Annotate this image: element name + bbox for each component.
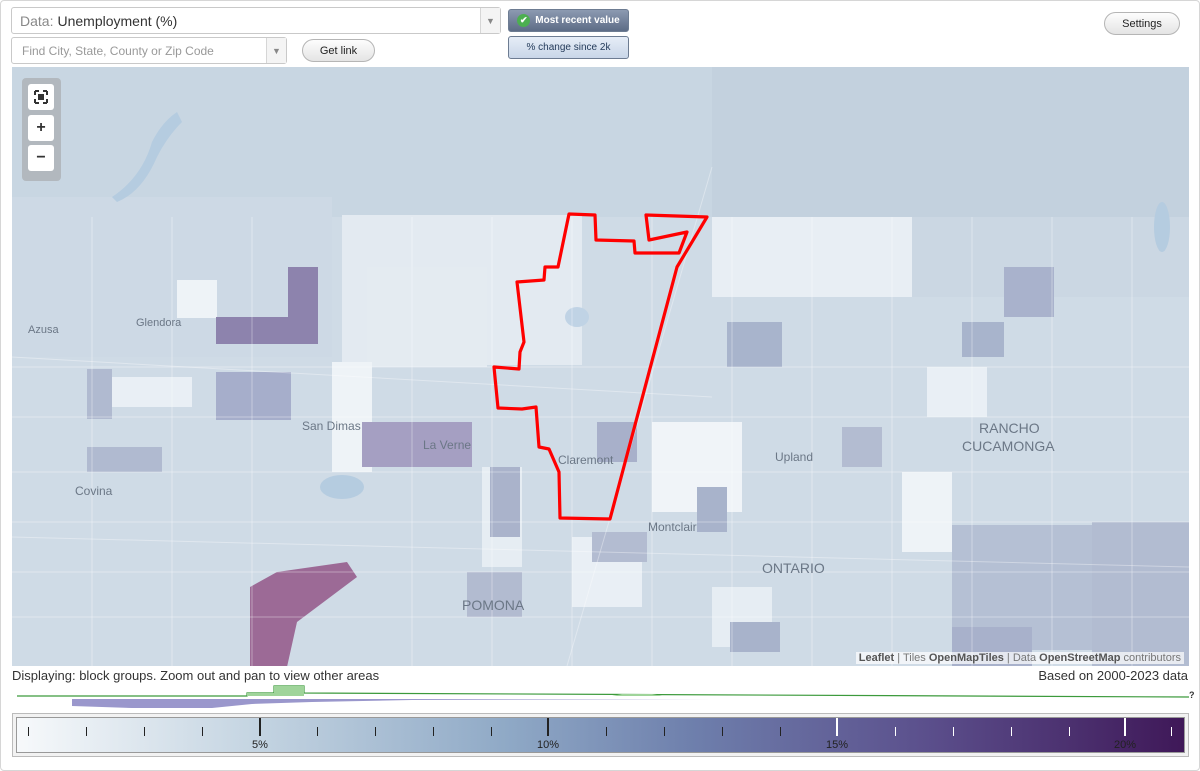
data-prefix: Data: (20, 12, 54, 29)
legend-tick (375, 727, 376, 736)
legend-tick (953, 727, 954, 736)
check-icon: ✔ (517, 14, 531, 27)
toggle-recent-label: Most recent value (535, 15, 620, 26)
fullscreen-icon[interactable] (28, 84, 54, 110)
legend-tick (433, 727, 434, 736)
data-range-note: Based on 2000-2023 data (1038, 668, 1188, 683)
legend-label: 10% (536, 739, 560, 751)
legend-tick (259, 718, 261, 736)
distribution-histogram (17, 685, 1190, 708)
legend-tick (1069, 727, 1070, 736)
legend-tick (664, 727, 665, 736)
map-canvas: Azusa Glendora San Dimas La Verne Clarem… (12, 67, 1189, 666)
legend-tick (1011, 727, 1012, 736)
displaying-status: Displaying: block groups. Zoom out and p… (12, 668, 380, 683)
get-link-button[interactable]: Get link (302, 39, 375, 62)
legend-gradient: 5% 10% 15% 20% (16, 717, 1185, 753)
legend-tick (722, 727, 723, 736)
map-attribution: Leaflet | Tiles OpenMapTiles | Data Open… (855, 652, 1184, 664)
place-label: Glendora (136, 317, 182, 329)
legend-tick (895, 727, 896, 736)
chevron-down-icon[interactable]: ▼ (480, 8, 500, 33)
leaflet-link[interactable]: Leaflet (859, 652, 894, 664)
openmaptiles-link[interactable]: OpenMapTiles (929, 652, 1004, 664)
percent-change-toggle[interactable]: % change since 2k (508, 36, 629, 59)
legend-tick (317, 727, 318, 736)
place-label: POMONA (462, 597, 525, 613)
legend-tick (28, 727, 29, 736)
legend-tick (491, 727, 492, 736)
place-label: CUCAMONGA (962, 438, 1055, 454)
zoom-in-button[interactable]: + (28, 115, 54, 141)
legend-label: 20% (1113, 739, 1137, 751)
place-label: Claremont (558, 453, 614, 467)
most-recent-value-toggle[interactable]: ✔ Most recent value (508, 9, 629, 32)
location-search[interactable]: ▼ (11, 37, 287, 64)
search-input[interactable] (20, 42, 260, 59)
legend-label: 5% (252, 739, 268, 751)
zoom-controls: + − (22, 78, 61, 181)
histogram-help-icon[interactable]: ? (1189, 690, 1195, 700)
choropleth-map[interactable]: Azusa Glendora San Dimas La Verne Clarem… (12, 67, 1189, 666)
legend-tick (606, 727, 607, 736)
place-label: Upland (775, 450, 813, 464)
chevron-down-icon[interactable]: ▼ (266, 38, 286, 63)
legend-tick (547, 718, 549, 736)
place-label: ONTARIO (762, 560, 825, 576)
legend-label: 15% (825, 739, 849, 751)
legend-tick (144, 727, 145, 736)
zoom-out-button[interactable]: − (28, 145, 54, 171)
legend-tick (780, 727, 781, 736)
legend-tick (836, 718, 838, 736)
legend-tick (1171, 727, 1172, 736)
legend-tick (86, 727, 87, 736)
place-label: Azusa (28, 324, 59, 336)
place-label: San Dimas (302, 419, 361, 433)
settings-button[interactable]: Settings (1104, 12, 1180, 35)
place-label: Covina (75, 484, 113, 498)
legend-tick (1124, 718, 1126, 736)
data-value: Unemployment (%) (57, 12, 178, 29)
place-label: RANCHO (979, 420, 1040, 436)
openstreetmap-link[interactable]: OpenStreetMap (1039, 652, 1120, 664)
place-label: La Verne (423, 438, 471, 452)
data-select[interactable]: Data: Unemployment (%) ▼ (11, 7, 501, 34)
place-label: Montclair (648, 520, 697, 534)
legend-tick (202, 727, 203, 736)
color-legend: 5% 10% 15% 20% (12, 713, 1189, 757)
